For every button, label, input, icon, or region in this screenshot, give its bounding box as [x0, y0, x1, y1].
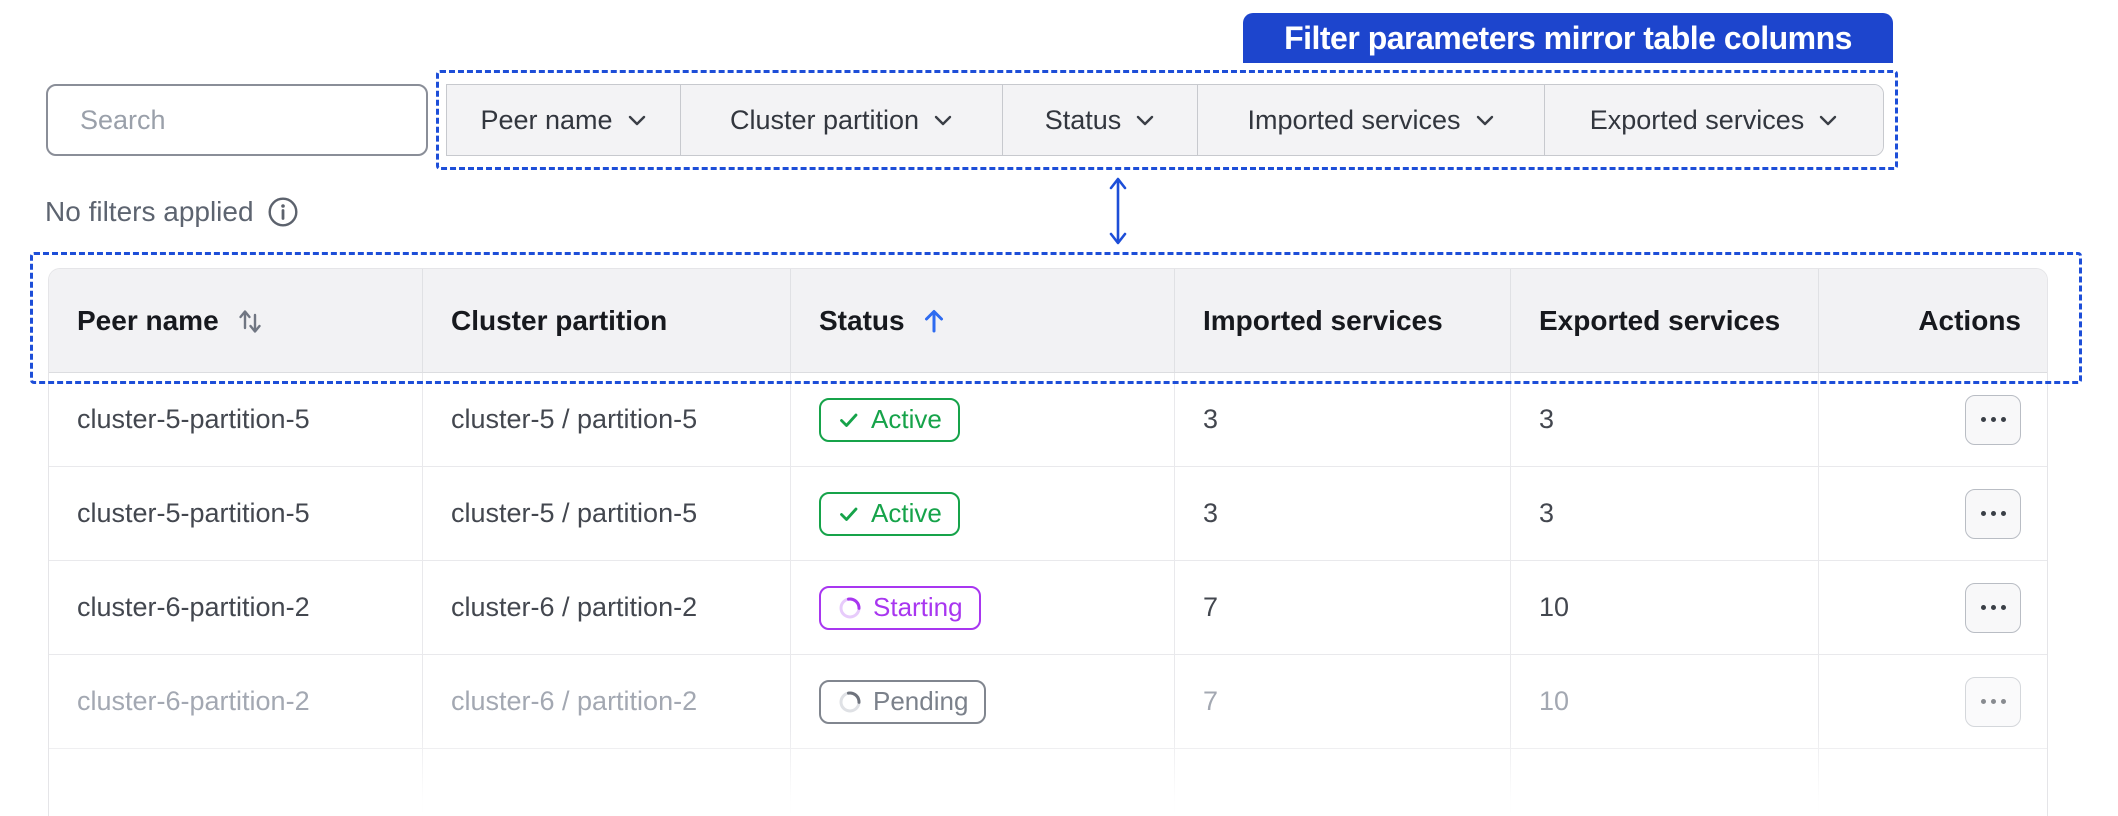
filter-peer-name[interactable]: Peer name	[447, 85, 680, 155]
chevron-down-icon	[628, 115, 645, 125]
table-row-ghost	[49, 749, 2047, 816]
cell-exported-services: 3	[1511, 373, 1819, 466]
cell-status: Active	[791, 373, 1175, 466]
column-header-imported-services: Imported services	[1175, 269, 1511, 372]
column-header-exported-services: Exported services	[1511, 269, 1819, 372]
row-actions-button[interactable]	[1965, 394, 2021, 445]
column-header-actions: Actions	[1819, 269, 2047, 372]
filter-imported-services[interactable]: Imported services	[1197, 85, 1544, 155]
column-header-cluster-partition: Cluster partition	[423, 269, 791, 372]
cell-empty	[423, 749, 791, 816]
spinner-icon	[839, 691, 861, 712]
filter-imported-services-label: Imported services	[1247, 104, 1461, 135]
check-icon	[840, 507, 858, 521]
cell-empty	[49, 749, 423, 816]
info-icon[interactable]	[267, 196, 299, 228]
column-header-label: Status	[819, 304, 905, 336]
table-row: cluster-5-partition-5 cluster-5 / partit…	[49, 467, 2047, 561]
check-icon	[840, 413, 858, 427]
no-filters-text: No filters applied	[45, 196, 254, 227]
sort-both-icon	[238, 309, 261, 333]
cell-cluster-partition: cluster-5 / partition-5	[423, 373, 791, 466]
chevron-down-icon	[1137, 115, 1154, 125]
cell-peer-name: cluster-5-partition-5	[49, 467, 423, 560]
table-row: cluster-5-partition-5 cluster-5 / partit…	[49, 373, 2047, 467]
status-badge-starting: Starting	[819, 585, 981, 630]
row-actions-button[interactable]	[1965, 676, 2021, 727]
filter-parameter-bar: Peer name Cluster partition Status Impor…	[446, 84, 1884, 156]
cell-actions	[1819, 655, 2047, 748]
double-arrow-icon	[1109, 177, 1127, 245]
cell-imported-services: 3	[1175, 373, 1511, 466]
cell-cluster-partition: cluster-6 / partition-2	[423, 561, 791, 654]
status-badge-active: Active	[819, 491, 960, 536]
filter-exported-services-label: Exported services	[1589, 104, 1805, 135]
column-header-label: Peer name	[77, 304, 219, 336]
search-input[interactable]	[80, 104, 434, 136]
cell-peer-name: cluster-5-partition-5	[49, 373, 423, 466]
table-row: cluster-6-partition-2 cluster-6 / partit…	[49, 561, 2047, 655]
search-input-wrapper	[46, 84, 434, 156]
column-header-status[interactable]: Status	[791, 269, 1175, 372]
cell-imported-services: 7	[1175, 561, 1511, 654]
callout-banner: Filter parameters mirror table columns	[1243, 13, 1893, 63]
status-badge-pending: Pending	[819, 679, 987, 724]
status-badge-label: Active	[871, 498, 942, 528]
cell-actions	[1819, 561, 2047, 654]
cell-peer-name: cluster-6-partition-2	[49, 561, 423, 654]
filter-exported-services[interactable]: Exported services	[1544, 85, 1883, 155]
peers-page: Filter parameters mirror table columns P…	[0, 0, 2118, 816]
status-badge-label: Pending	[873, 686, 969, 716]
row-actions-button[interactable]	[1965, 488, 2021, 539]
column-header-label: Cluster partition	[451, 304, 668, 336]
cell-imported-services: 3	[1175, 467, 1511, 560]
filter-status[interactable]: Status	[1002, 85, 1197, 155]
filter-peer-name-label: Peer name	[480, 104, 613, 135]
cell-exported-services: 3	[1511, 467, 1819, 560]
cell-status: Active	[791, 467, 1175, 560]
cell-exported-services: 10	[1511, 655, 1819, 748]
table-header-row: Peer name Cluster partition Status Impor…	[49, 269, 2047, 373]
cell-peer-name: cluster-6-partition-2	[49, 655, 423, 748]
spinner-icon	[839, 597, 861, 618]
cell-actions	[1819, 373, 2047, 466]
row-actions-button[interactable]	[1965, 582, 2021, 633]
cell-status: Starting	[791, 561, 1175, 654]
cell-exported-services: 10	[1511, 561, 1819, 654]
filter-cluster-partition-label: Cluster partition	[729, 104, 920, 135]
status-badge-label: Active	[871, 404, 942, 434]
column-header-label: Imported services	[1203, 304, 1443, 336]
callout-banner-label: Filter parameters mirror table columns	[1284, 19, 1852, 56]
cell-empty	[1175, 749, 1511, 816]
cell-empty	[791, 749, 1175, 816]
filter-status-line: No filters applied	[45, 195, 299, 229]
table-row: cluster-6-partition-2 cluster-6 / partit…	[49, 655, 2047, 749]
cell-status: Pending	[791, 655, 1175, 748]
cell-cluster-partition: cluster-6 / partition-2	[423, 655, 791, 748]
filter-cluster-partition[interactable]: Cluster partition	[680, 85, 1002, 155]
cell-cluster-partition: cluster-5 / partition-5	[423, 467, 791, 560]
cell-actions	[1819, 467, 2047, 560]
status-badge-active: Active	[819, 397, 960, 442]
cell-empty	[1819, 749, 2047, 816]
status-badge-label: Starting	[873, 592, 963, 622]
chevron-down-icon	[1820, 115, 1837, 125]
chevron-down-icon	[934, 115, 952, 125]
cell-imported-services: 7	[1175, 655, 1511, 748]
column-header-label: Actions	[1918, 304, 2021, 336]
sort-ascending-icon	[924, 309, 943, 332]
column-header-peer-name[interactable]: Peer name	[49, 269, 423, 372]
peers-table: Peer name Cluster partition Status Impor…	[48, 268, 2048, 816]
cell-empty	[1511, 749, 1819, 816]
chevron-down-icon	[1476, 115, 1493, 125]
filter-status-label: Status	[1044, 104, 1122, 135]
column-header-label: Exported services	[1539, 304, 1781, 336]
